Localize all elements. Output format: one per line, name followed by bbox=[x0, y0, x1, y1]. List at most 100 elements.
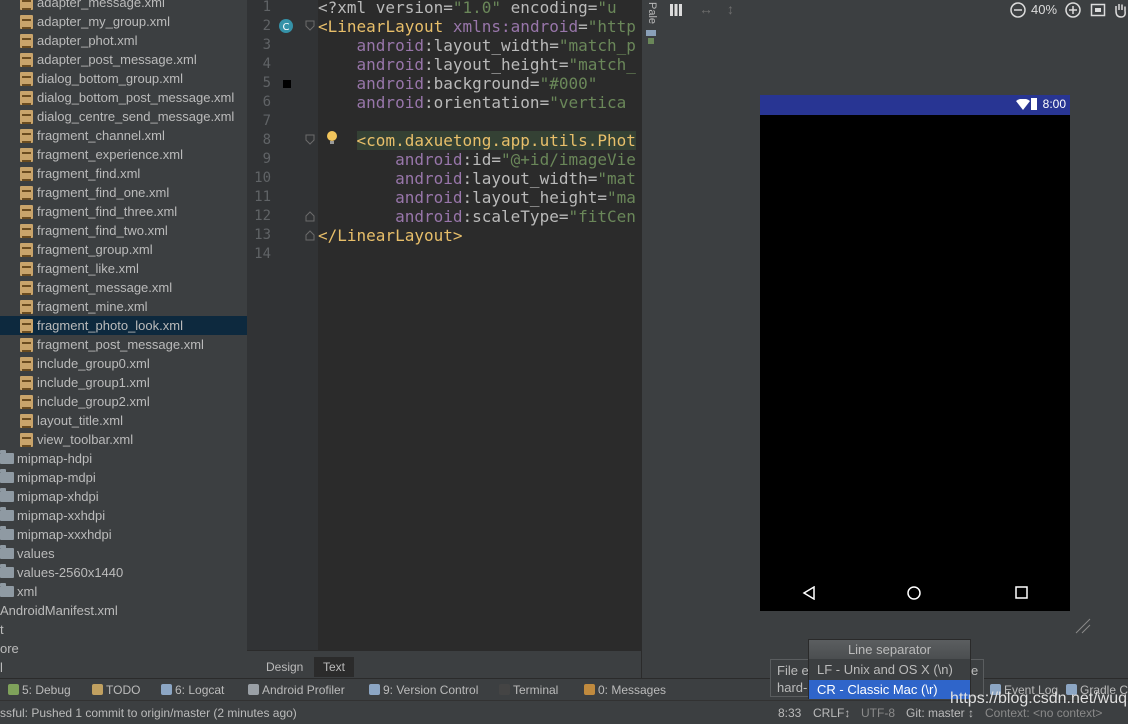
tree-item-file[interactable]: fragment_post_message.xml bbox=[0, 335, 247, 354]
tree-item-file[interactable]: fragment_mine.xml bbox=[0, 297, 247, 316]
tree-item-file[interactable]: adapter_my_group.xml bbox=[0, 12, 247, 31]
line-separator-widget[interactable]: CRLF↕ bbox=[813, 704, 850, 722]
tree-item-file[interactable]: dialog_bottom_post_message.xml bbox=[0, 88, 247, 107]
blueprint-toggle-icon[interactable] bbox=[669, 3, 683, 17]
zoom-in-icon[interactable] bbox=[1065, 2, 1081, 18]
tree-item-file[interactable]: adapter_post_message.xml bbox=[0, 50, 247, 69]
device-screen[interactable] bbox=[760, 95, 1070, 611]
tree-item-file[interactable]: fragment_like.xml bbox=[0, 259, 247, 278]
code-line[interactable]: android:scaleType="fitCen bbox=[318, 207, 636, 226]
tree-item-folder[interactable]: mipmap-hdpi bbox=[0, 449, 247, 468]
tree-item-label: fragment_channel.xml bbox=[37, 128, 165, 143]
line-number: 10 bbox=[254, 170, 271, 186]
back-nav-icon[interactable] bbox=[802, 586, 816, 600]
tree-item-file[interactable]: fragment_find.xml bbox=[0, 164, 247, 183]
xml-file-icon bbox=[20, 357, 33, 371]
xml-file-icon bbox=[20, 91, 33, 105]
code-line[interactable]: android:layout_height="ma bbox=[318, 188, 636, 207]
tree-item-label: values bbox=[17, 546, 55, 561]
tooltip-line-tail: e bbox=[971, 663, 979, 678]
code-line[interactable]: android:orientation="vertica bbox=[318, 93, 627, 112]
tree-item-folder[interactable]: xml bbox=[0, 582, 247, 601]
tree-item-file[interactable]: include_group1.xml bbox=[0, 373, 247, 392]
line-separator-popup[interactable]: Line separator LF - Unix and OS X (\n) CR… bbox=[808, 639, 971, 699]
line-separator-option[interactable]: LF - Unix and OS X (\n) bbox=[809, 660, 970, 679]
tree-item-folder[interactable]: values-2560x1440 bbox=[0, 563, 247, 582]
tool-window-button[interactable]: 6: Logcat bbox=[161, 681, 224, 699]
tree-item-partial[interactable]: t bbox=[0, 620, 247, 639]
tree-item-file[interactable]: include_group0.xml bbox=[0, 354, 247, 373]
code-token: "u bbox=[597, 0, 617, 17]
fold-end-icon[interactable] bbox=[305, 229, 315, 241]
status-message[interactable]: ssful: Pushed 1 commit to origin/master … bbox=[0, 704, 297, 722]
zoom-fit-icon[interactable] bbox=[1090, 2, 1106, 18]
home-nav-icon[interactable] bbox=[907, 586, 921, 600]
watermark: https://blog.csdn.net/wuqi bbox=[950, 690, 1128, 707]
tree-item-label: dialog_bottom_post_message.xml bbox=[37, 90, 235, 105]
code-line[interactable]: android:background="#000" bbox=[318, 74, 598, 93]
code-line[interactable]: android:id="@+id/imageVie bbox=[318, 150, 636, 169]
tree-item-folder[interactable]: values bbox=[0, 544, 247, 563]
zoom-level: 40% bbox=[1031, 2, 1058, 17]
code-line[interactable]: android:layout_height="match_ bbox=[318, 55, 636, 74]
tree-item-file[interactable]: fragment_message.xml bbox=[0, 278, 247, 297]
color-swatch-icon[interactable] bbox=[283, 80, 291, 88]
tree-item-partial[interactable]: l bbox=[0, 658, 247, 677]
resize-grip-icon[interactable] bbox=[1074, 617, 1092, 635]
file-encoding[interactable]: UTF-8 bbox=[861, 704, 895, 722]
tool-window-label: TODO bbox=[106, 683, 141, 697]
code-line[interactable]: <LinearLayout xmlns:android="http bbox=[318, 17, 636, 36]
tree-item-file[interactable]: fragment_find_two.xml bbox=[0, 221, 247, 240]
tree-item-manifest[interactable]: AndroidManifest.xml bbox=[0, 601, 247, 620]
tree-item-file[interactable]: fragment_channel.xml bbox=[0, 126, 247, 145]
tree-item-file[interactable]: dialog_bottom_group.xml bbox=[0, 69, 247, 88]
code-token: encoding= bbox=[501, 0, 598, 17]
tree-item-file[interactable]: fragment_photo_look.xml bbox=[0, 316, 247, 335]
fold-icon[interactable] bbox=[305, 134, 315, 146]
tree-item-file[interactable]: fragment_group.xml bbox=[0, 240, 247, 259]
tree-item-file[interactable]: fragment_find_three.xml bbox=[0, 202, 247, 221]
tree-item-label: fragment_find_one.xml bbox=[37, 185, 170, 200]
pan-hand-icon[interactable] bbox=[1113, 2, 1127, 18]
tab-text[interactable]: Text bbox=[314, 657, 355, 677]
tree-item-folder[interactable]: mipmap-xhdpi bbox=[0, 487, 247, 506]
recents-nav-icon[interactable] bbox=[1015, 586, 1028, 599]
fold-end-icon[interactable] bbox=[305, 210, 315, 222]
tab-design[interactable]: Design bbox=[257, 657, 312, 677]
code-line[interactable]: android:layout_width="match_p bbox=[318, 36, 636, 55]
code-line[interactable]: <com.daxuetong.app.utils.Phot bbox=[318, 131, 636, 150]
tool-window-button[interactable]: Android Profiler bbox=[248, 681, 345, 699]
tool-window-button[interactable]: TODO bbox=[92, 681, 140, 699]
class-icon[interactable]: C bbox=[278, 18, 294, 34]
tree-item-file[interactable]: fragment_experience.xml bbox=[0, 145, 247, 164]
tree-item-folder[interactable]: mipmap-mdpi bbox=[0, 468, 247, 487]
resize-horizontal-icon[interactable]: ↔ bbox=[699, 1, 713, 17]
tree-item-partial[interactable]: ore bbox=[0, 639, 247, 658]
tree-item-file[interactable]: adapter_phot.xml bbox=[0, 31, 247, 50]
caret-position[interactable]: 8:33 bbox=[778, 704, 801, 722]
tree-item-folder[interactable]: mipmap-xxxhdpi bbox=[0, 525, 247, 544]
device-clock: 8:00 bbox=[1042, 97, 1066, 111]
tool-window-button[interactable]: 0: Messages bbox=[584, 681, 666, 699]
lightbulb-icon[interactable] bbox=[326, 130, 338, 146]
fold-icon[interactable] bbox=[305, 20, 315, 32]
line-separator-option[interactable]: CR - Classic Mac (\r) bbox=[809, 680, 970, 699]
tool-window-button[interactable]: 9: Version Control bbox=[369, 681, 478, 699]
palette-side-tab[interactable]: Pale bbox=[646, 2, 658, 24]
tree-item-file[interactable]: include_group2.xml bbox=[0, 392, 247, 411]
code-line[interactable]: <?xml version="1.0" encoding="u bbox=[318, 0, 617, 17]
tree-item-file[interactable]: view_toolbar.xml bbox=[0, 430, 247, 449]
code-line[interactable]: </LinearLayout> bbox=[318, 226, 463, 245]
tree-item-folder[interactable]: mipmap-xxhdpi bbox=[0, 506, 247, 525]
tool-window-button[interactable]: Terminal bbox=[499, 681, 558, 699]
project-tree[interactable]: adapter_message.xml adapter_my_group.xml a… bbox=[0, 0, 247, 678]
code-editor[interactable]: <?xml version="1.0" encoding="u <LinearLa… bbox=[318, 0, 641, 650]
tool-window-button[interactable]: 5: Debug bbox=[8, 681, 71, 699]
zoom-out-icon[interactable] bbox=[1010, 2, 1026, 18]
tree-item-file[interactable]: layout_title.xml bbox=[0, 411, 247, 430]
resize-vertical-icon[interactable]: ↕ bbox=[727, 1, 734, 17]
tree-item-file[interactable]: fragment_find_one.xml bbox=[0, 183, 247, 202]
code-line[interactable]: android:layout_width="mat bbox=[318, 169, 636, 188]
tree-item-file[interactable]: adapter_message.xml bbox=[0, 0, 247, 12]
tree-item-file[interactable]: dialog_centre_send_message.xml bbox=[0, 107, 247, 126]
